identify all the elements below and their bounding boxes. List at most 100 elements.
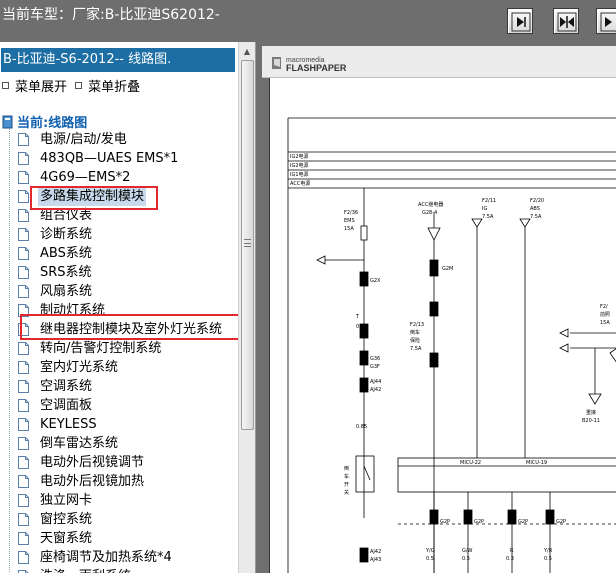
fuse-1-name: EMS bbox=[344, 218, 355, 224]
tree-item[interactable]: 电动外后视镜调节 bbox=[0, 453, 238, 472]
step-forward-icon bbox=[511, 12, 531, 32]
tree-item-label: 空调系统 bbox=[40, 379, 93, 394]
bottom-conn-2: G2P bbox=[474, 519, 484, 525]
book-icon bbox=[2, 115, 13, 129]
conn-g36: G36 bbox=[370, 356, 380, 362]
conn-bottom-aj42: AJ42 bbox=[370, 549, 381, 555]
wire-gauge-1: 0.85 bbox=[356, 324, 367, 330]
next-page-button[interactable] bbox=[596, 8, 616, 34]
tree-root-label: 当前:线路图 bbox=[17, 116, 88, 131]
document-icon bbox=[18, 437, 29, 450]
tree-item-label: 室内灯光系统 bbox=[40, 360, 119, 375]
highlight-box-1 bbox=[30, 186, 158, 210]
scroll-grip-icon bbox=[244, 239, 251, 247]
collapse-icon bbox=[75, 82, 83, 89]
ground-label: 重接 bbox=[586, 409, 596, 416]
document-icon bbox=[18, 247, 29, 260]
document-icon bbox=[18, 133, 29, 146]
forward-icon bbox=[600, 12, 616, 32]
tree-item[interactable]: 电源/启动/发电 bbox=[0, 130, 238, 149]
viewer-header: macromedia FLASHPAPER bbox=[262, 46, 616, 78]
tree-item[interactable]: 电动外后视镜加热 bbox=[0, 472, 238, 491]
wiring-diagram: IG2电源 IG2电源 IG1电源 ACC电源 F2/36 EMS 15A G2… bbox=[287, 117, 616, 573]
conn-g2m: G2M bbox=[442, 266, 453, 272]
top-bar: 当前车型：厂家:B-比亚迪S62012- bbox=[0, 0, 616, 42]
document-icon bbox=[18, 475, 29, 488]
tree-item-label: 倒车雷达系统 bbox=[40, 436, 119, 451]
switch-label-1: 倒 bbox=[344, 465, 349, 472]
app-window: 当前车型：厂家:B-比亚迪S62012- B-比亚迪-S6-2012-- 线路图… bbox=[0, 0, 616, 573]
fuse-4-id: F2/ bbox=[600, 304, 608, 310]
flashpaper-logo: macromedia FLASHPAPER bbox=[272, 57, 347, 73]
fuse-2-rating: 7.5A bbox=[482, 214, 494, 220]
wire-color-2: G/W bbox=[462, 548, 473, 554]
scroll-up-arrow-icon[interactable]: ▲ bbox=[239, 45, 255, 59]
tree-item-label: 转向/告警灯控制系统 bbox=[40, 341, 162, 356]
tree-item[interactable]: 空调系统 bbox=[0, 377, 238, 396]
tree-item-label: 空调面板 bbox=[40, 398, 93, 413]
scroll-thumb[interactable] bbox=[241, 60, 254, 430]
tree-item-label: 电动外后视镜调节 bbox=[40, 455, 145, 470]
fuse-4-name: 前照 bbox=[600, 311, 610, 318]
bottom-conn-3: G2P bbox=[518, 519, 528, 525]
document-icon bbox=[18, 456, 29, 469]
document-icon bbox=[18, 532, 29, 545]
tree-item[interactable]: 诊断系统 bbox=[0, 225, 238, 244]
tree-item-label: 洗涤、雨刮系统 bbox=[38, 567, 133, 573]
fuse-2-name: IG bbox=[482, 206, 487, 212]
tree-item-label: 独立网卡 bbox=[40, 493, 93, 508]
document-icon bbox=[18, 152, 29, 165]
tree-item[interactable]: 空调面板 bbox=[0, 396, 238, 415]
switch-label-4: 关 bbox=[344, 489, 349, 496]
first-page-button[interactable] bbox=[507, 8, 533, 34]
expand-menu-button[interactable]: 菜单展开 bbox=[2, 76, 67, 95]
tree-item-label: 483QB—UAES EMS*1 bbox=[40, 151, 179, 166]
wire-size-3: 0.3 bbox=[506, 556, 514, 562]
tree-item[interactable]: 洗涤、雨刮系统 bbox=[0, 567, 238, 573]
document-icon bbox=[18, 380, 29, 393]
document-viewer: macromedia FLASHPAPER IG2电源 IG2电源 IG1电源 … bbox=[257, 42, 616, 573]
tree-item[interactable]: 4G69—EMS*2 bbox=[0, 168, 238, 187]
tree-root[interactable]: 当前:线路图 bbox=[2, 112, 87, 131]
tree-item[interactable]: 窗控系统 bbox=[0, 510, 238, 529]
wire-color-4: Y/R bbox=[543, 548, 553, 554]
fuse-4-rating: 15A bbox=[600, 320, 610, 326]
tree-item[interactable]: 483QB—UAES EMS*1 bbox=[0, 149, 238, 168]
document-icon bbox=[18, 209, 29, 222]
collapse-menu-button[interactable]: 菜单折叠 bbox=[75, 76, 140, 95]
ground-id: B20-11 bbox=[582, 418, 600, 424]
tree-item[interactable]: 风扇系统 bbox=[0, 282, 238, 301]
fuse-5-rating: 7.5A bbox=[410, 346, 422, 352]
fit-page-button[interactable] bbox=[553, 8, 579, 34]
tree-item[interactable]: KEYLESS bbox=[0, 415, 238, 434]
bus-label-3: IG1电源 bbox=[290, 171, 309, 178]
tree-item[interactable]: ABS系统 bbox=[0, 244, 238, 263]
tree-item-label: SRS系统 bbox=[40, 265, 92, 280]
module-pin-2: MICU-19 bbox=[526, 460, 547, 466]
wire-size-4: 0.5 bbox=[544, 556, 552, 562]
wire-size-1: 0.5 bbox=[426, 556, 434, 562]
tree-item-label: 座椅调节及加热系统*4 bbox=[40, 550, 172, 565]
acc-relay-label: ACC继电器 bbox=[418, 201, 443, 208]
tree-item[interactable]: 倒车雷达系统 bbox=[0, 434, 238, 453]
document-icon bbox=[18, 266, 29, 279]
tree-item[interactable]: 天窗系统 bbox=[0, 529, 238, 548]
document-title: B-比亚迪-S6-2012-- 线路图. bbox=[1, 48, 235, 72]
tree-item[interactable]: 座椅调节及加热系统*4 bbox=[0, 548, 238, 567]
tree-item-label: 电动外后视镜加热 bbox=[40, 474, 145, 489]
tree-item[interactable]: 独立网卡 bbox=[0, 491, 238, 510]
fuse-3-id: F2/20 bbox=[530, 198, 544, 204]
current-model-title: 当前车型：厂家:B-比亚迪S62012- bbox=[2, 7, 220, 23]
switch-label-2: 车 bbox=[344, 473, 349, 480]
tree-item[interactable]: SRS系统 bbox=[0, 263, 238, 282]
tree-item-label: KEYLESS bbox=[40, 417, 97, 432]
expand-icon bbox=[2, 82, 9, 89]
tree-item-label: 天窗系统 bbox=[40, 531, 93, 546]
conn-t: T bbox=[355, 314, 360, 320]
tree-item-label: 诊断系统 bbox=[40, 227, 93, 242]
sidebar-scrollbar[interactable]: ▲ bbox=[238, 42, 255, 573]
tree-item[interactable]: 转向/告警灯控制系统 bbox=[0, 339, 238, 358]
conn-aj42: AJ42 bbox=[370, 387, 381, 393]
wire-gauge-2: 0.85 bbox=[356, 424, 367, 430]
tree-item[interactable]: 室内灯光系统 bbox=[0, 358, 238, 377]
